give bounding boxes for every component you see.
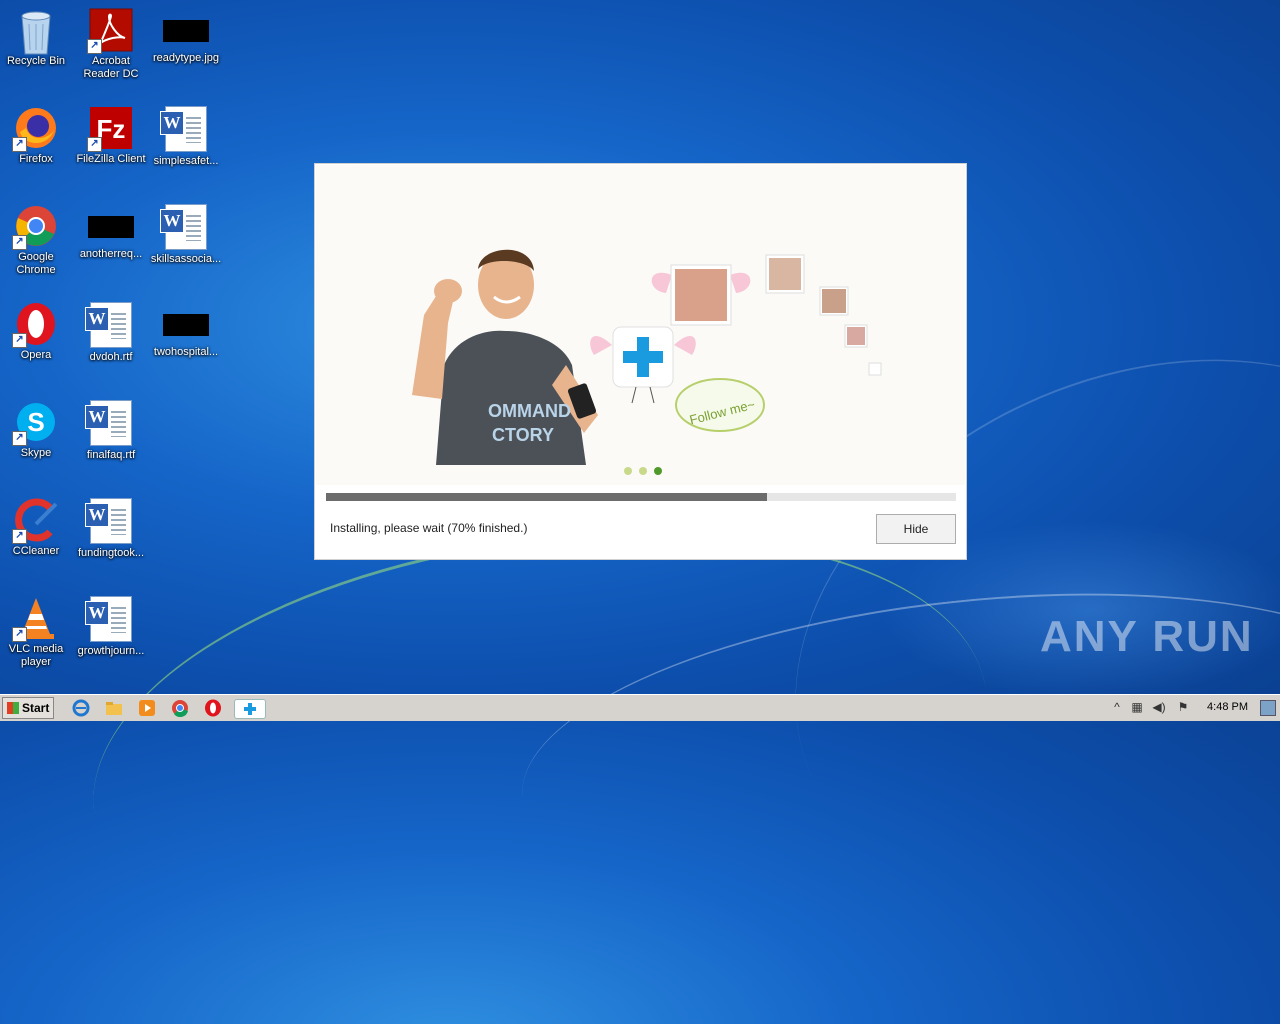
desktop-icon-label: anotherreq...	[79, 248, 143, 260]
vlc-cone-icon: ↗	[12, 596, 58, 642]
volume-icon[interactable]: ◀)	[1152, 700, 1166, 714]
desktop-icon-label: Firefox	[19, 153, 53, 165]
slide-indicator	[624, 467, 662, 475]
firefox-icon: ↗	[12, 106, 58, 152]
shortcut-arrow-icon: ↗	[12, 235, 27, 250]
shortcut-arrow-icon: ↗	[87, 137, 102, 152]
slide-dot[interactable]	[624, 467, 632, 475]
install-status-text: Installing, please wait (70% finished.)	[330, 521, 528, 535]
desktop-icon-opera[interactable]: ↗ Opera	[0, 302, 73, 362]
shortcut-arrow-icon: ↗	[87, 39, 102, 54]
person-illustration: OMMAND CTORY	[412, 249, 598, 465]
desktop-icon-readytype[interactable]: readytype.jpg	[149, 8, 223, 65]
desktop-icon-filezilla[interactable]: Fz ↗ FileZilla Client	[74, 106, 148, 166]
desktop-icon-label: simplesafet...	[153, 155, 219, 167]
desktop-icon-acrobat-reader[interactable]: ↗ Acrobat Reader DC	[74, 8, 148, 81]
desktop-icon-growthjourn[interactable]: W growthjourn...	[74, 596, 148, 658]
desktop-icon-label: fundingtook...	[77, 547, 145, 559]
file-explorer-icon[interactable]	[105, 699, 123, 717]
redacted-thumbnail	[163, 314, 209, 336]
follow-me-bubble: Follow me~	[675, 378, 765, 432]
anyrun-watermark: ANY RUN	[1040, 612, 1254, 661]
opera-taskbar-icon[interactable]	[204, 699, 222, 717]
start-label: Start	[22, 701, 50, 715]
slide-dot-active[interactable]	[654, 467, 662, 475]
desktop-icon-skype[interactable]: S ↗ Skype	[0, 400, 73, 460]
desktop-icon-label: FileZilla Client	[76, 153, 146, 165]
desktop-icon-recycle-bin[interactable]: Recycle Bin	[0, 8, 73, 68]
shortcut-arrow-icon: ↗	[12, 529, 27, 544]
desktop-icon-label: growthjourn...	[77, 645, 145, 657]
desktop-icon-twohospital[interactable]: twohospital...	[149, 302, 223, 359]
desktop-icon-label: finalfaq.rtf	[86, 449, 136, 461]
word-document-icon: W	[85, 400, 132, 446]
acrobat-icon: ↗	[87, 8, 133, 54]
desktop-icon-finalfaq[interactable]: W finalfaq.rtf	[74, 400, 148, 462]
svg-text:CTORY: CTORY	[492, 425, 554, 445]
skype-icon: S ↗	[12, 400, 58, 446]
desktop-icon-anotherreq[interactable]: anotherreq...	[74, 204, 148, 261]
app-logo-with-wings	[590, 326, 696, 404]
desktop-icon-simplesafet[interactable]: W simplesafet...	[149, 106, 223, 168]
desktop-icon-dvdoh[interactable]: W dvdoh.rtf	[74, 302, 148, 364]
desktop-icon-label: Skype	[20, 447, 52, 459]
network-icon[interactable]: ▦	[1130, 700, 1144, 714]
windows-logo-icon	[7, 702, 19, 714]
desktop-icon-label: Google Chrome	[16, 251, 56, 276]
word-document-icon: W	[160, 204, 207, 250]
show-desktop-icon[interactable]	[1260, 700, 1276, 716]
svg-text:OMMAND: OMMAND	[488, 401, 571, 421]
svg-text:S: S	[27, 407, 44, 437]
slide-dot[interactable]	[639, 467, 647, 475]
desktop-icon-ccleaner[interactable]: ↗ CCleaner	[0, 498, 73, 558]
redacted-thumbnail	[88, 216, 134, 238]
desktop-icon-label: Recycle Bin	[6, 55, 66, 67]
desktop-icon-firefox[interactable]: ↗ Firefox	[0, 106, 73, 166]
redacted-thumbnail	[163, 20, 209, 42]
desktop-icon-label: skillsassocia...	[150, 253, 222, 265]
show-hidden-icons-icon[interactable]: ^	[1110, 700, 1124, 714]
word-document-icon: W	[85, 498, 132, 544]
installer-taskbar-button[interactable]	[234, 699, 266, 719]
desktop-icon-vlc[interactable]: ↗ VLC media player	[0, 596, 73, 669]
desktop-icon-skillsassocia[interactable]: W skillsassocia...	[149, 204, 223, 266]
desktop-icon-label: Opera	[20, 349, 52, 361]
shortcut-arrow-icon: ↗	[12, 431, 27, 446]
desktop-icon-label: Acrobat Reader DC	[83, 55, 139, 80]
shortcut-arrow-icon: ↗	[12, 137, 27, 152]
taskbar: Start ^ ▦ ◀) ⚑ 4:48 PM	[0, 694, 1280, 721]
desktop-icon-label: twohospital...	[153, 346, 219, 358]
installer-banner: OMMAND CTORY Follow me~	[316, 165, 965, 485]
desktop-icon-label: readytype.jpg	[152, 52, 220, 64]
desktop-icon-label: CCleaner	[12, 545, 60, 557]
internet-explorer-icon[interactable]	[72, 699, 90, 717]
install-progress-fill	[326, 493, 767, 501]
desktop-icon-fundingtook[interactable]: W fundingtook...	[74, 498, 148, 560]
install-progress-bar	[326, 493, 956, 501]
flying-photos	[651, 254, 882, 376]
action-center-flag-icon[interactable]: ⚑	[1176, 700, 1190, 714]
recycle-bin-icon	[14, 8, 58, 55]
word-document-icon: W	[160, 106, 207, 152]
desktop-icon-label: dvdoh.rtf	[89, 351, 133, 363]
installer-dialog: OMMAND CTORY Follow me~ Installing, plea…	[314, 163, 967, 560]
word-document-icon: W	[85, 302, 132, 348]
hide-button[interactable]: Hide	[876, 514, 956, 544]
ccleaner-icon: ↗	[12, 498, 58, 544]
shortcut-arrow-icon: ↗	[12, 333, 27, 348]
shortcut-arrow-icon: ↗	[12, 627, 27, 642]
clock[interactable]: 4:48 PM	[1207, 701, 1248, 713]
media-player-icon[interactable]	[138, 699, 156, 717]
desktop-icon-label: VLC media player	[8, 643, 64, 668]
chrome-icon: ↗	[12, 204, 58, 250]
opera-icon: ↗	[12, 302, 58, 348]
start-button[interactable]: Start	[2, 697, 54, 719]
chrome-taskbar-icon[interactable]	[171, 699, 189, 718]
desktop-icon-google-chrome[interactable]: ↗ Google Chrome	[0, 204, 73, 277]
filezilla-icon: Fz ↗	[87, 106, 133, 152]
word-document-icon: W	[85, 596, 132, 642]
system-tray: ^ ▦ ◀) ⚑ 4:48 PM	[1106, 695, 1280, 721]
